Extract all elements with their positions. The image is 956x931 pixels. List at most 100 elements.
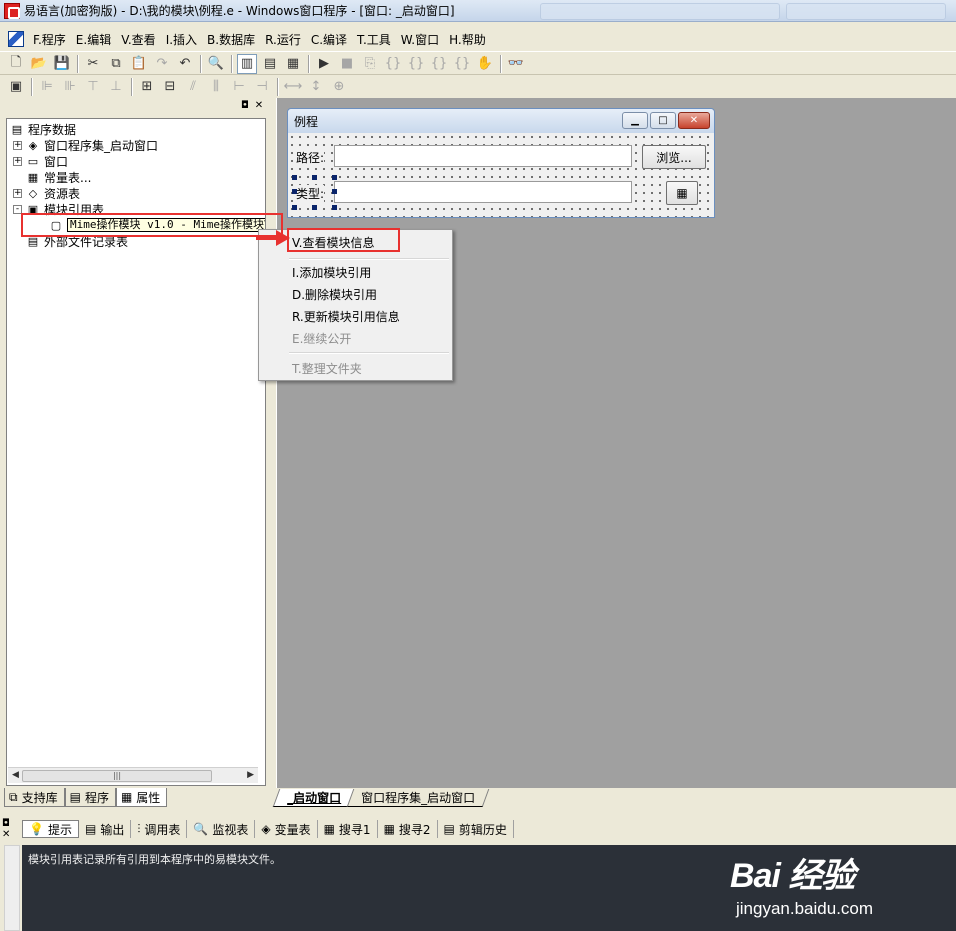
tab-search-2[interactable]: ▦ 搜寻2 — [378, 820, 438, 838]
selection-handle[interactable] — [312, 175, 317, 180]
layout-left-icon[interactable]: ▥ — [237, 53, 257, 74]
tab-watch[interactable]: 🔍 监视表 — [187, 820, 256, 838]
tab-call-stack[interactable]: ⫶ 调用表 — [131, 820, 188, 838]
paste-icon[interactable]: 📋 — [129, 54, 149, 74]
tab-clip-history[interactable]: ▤ 剪辑历史 — [438, 820, 514, 838]
menu-update-module-reference[interactable]: R.更新模块引用信息 — [259, 306, 452, 326]
align-top-icon[interactable]: ⊤ — [83, 77, 103, 97]
step-over-icon[interactable]: {} — [406, 54, 426, 74]
scroll-thumb[interactable]: ||| — [22, 770, 212, 782]
run-to-cursor-icon[interactable]: {} — [452, 54, 472, 74]
menu-delete-module-reference[interactable]: D.删除模块引用 — [259, 284, 452, 304]
tree-item[interactable]: + ◇ 资源表 — [13, 185, 80, 201]
redo-icon[interactable]: ↷ — [152, 54, 172, 74]
browse-button[interactable]: 浏览... — [642, 145, 706, 169]
tab-variables[interactable]: ◈ 变量表 — [255, 820, 318, 838]
binoculars-icon[interactable]: 👓 — [506, 54, 526, 74]
path-input[interactable] — [334, 145, 632, 167]
tree-root[interactable]: ▤ 程序数据 — [10, 121, 76, 137]
tab-properties[interactable]: ▦ 属性 — [115, 788, 168, 807]
scroll-right-icon[interactable]: ▶ — [247, 770, 254, 780]
selection-handle[interactable] — [332, 189, 337, 194]
document-icon[interactable] — [8, 31, 24, 47]
open-folder-icon[interactable]: 📂 — [29, 54, 49, 74]
step-icon[interactable]: ⎘ — [360, 54, 380, 74]
same-width-icon[interactable]: ⫽ — [183, 77, 203, 97]
calendar-icon[interactable]: ▦ — [666, 181, 698, 205]
scroll-left-icon[interactable]: ◀ — [12, 770, 19, 780]
maximize-icon[interactable]: □ — [650, 112, 676, 129]
width-icon[interactable]: ⟷ — [283, 77, 303, 97]
tab-program[interactable]: ▤ 程序 — [64, 788, 116, 807]
selection-handle[interactable] — [292, 175, 297, 180]
expander[interactable]: + — [13, 140, 22, 150]
selection-handle[interactable] — [292, 189, 297, 194]
menu-edit[interactable]: E.编辑 — [71, 31, 116, 48]
horizontal-scrollbar[interactable]: ◀ ||| ▶ — [8, 767, 258, 783]
tab-startup-window[interactable]: _启动窗口 — [272, 789, 356, 807]
space-horizontal-icon[interactable]: ⊢ — [229, 77, 249, 97]
minimize-icon[interactable]: ▁ — [622, 112, 648, 129]
selection-handle[interactable] — [332, 175, 337, 180]
close-icon[interactable]: ✕ — [2, 829, 18, 840]
tree-item[interactable]: ▦ 常量表... — [26, 169, 92, 185]
menu-tools[interactable]: T.工具 — [352, 31, 396, 48]
expander[interactable]: + — [13, 156, 22, 166]
center-horizontal-icon[interactable]: ⊞ — [137, 77, 157, 97]
tree-item[interactable]: + ▭ 窗口 — [13, 153, 68, 169]
layout-window-icon[interactable]: ▦ — [283, 54, 303, 74]
menu-run[interactable]: R.运行 — [260, 31, 306, 48]
menu-compile[interactable]: C.编译 — [306, 31, 352, 48]
menu-view[interactable]: V.查看 — [116, 31, 160, 48]
tab-output[interactable]: ▤ 输出 — [79, 820, 132, 838]
stop-icon[interactable]: ■ — [337, 54, 357, 74]
type-combo[interactable] — [334, 181, 632, 203]
vertical-scrollbar[interactable] — [4, 845, 20, 931]
menu-database[interactable]: B.数据库 — [202, 31, 260, 48]
align-left-icon[interactable]: ⊫ — [37, 77, 57, 97]
copy-icon[interactable]: ⧉ — [106, 54, 126, 74]
form-icon[interactable]: ▣ — [6, 77, 26, 97]
pin-icon[interactable]: ◘ — [240, 100, 250, 111]
height-icon[interactable]: ↕ — [306, 77, 326, 97]
menu-program[interactable]: F.程序 — [28, 31, 71, 48]
tab-hint[interactable]: 💡 提示 — [22, 820, 79, 838]
pin-icon[interactable]: ◘ — [2, 818, 18, 829]
tab-support-library[interactable]: ⧉ 支持库 — [4, 788, 65, 807]
run-icon[interactable]: ▶ — [314, 54, 334, 74]
menu-continue-public[interactable]: E.继续公开 — [259, 328, 452, 348]
close-icon[interactable]: ✕ — [254, 100, 264, 111]
align-right-icon[interactable]: ⊪ — [60, 77, 80, 97]
menu-help[interactable]: H.帮助 — [444, 31, 491, 48]
tab-window-assembly[interactable]: 窗口程序集_启动窗口 — [346, 789, 490, 807]
same-height-icon[interactable]: ⫼ — [206, 77, 226, 97]
form-window[interactable]: 例程 ▁ □ ✕ 路径: 浏览... 类型: ▦ — [287, 108, 715, 218]
design-area[interactable]: 例程 ▁ □ ✕ 路径: 浏览... 类型: ▦ — [276, 98, 956, 788]
layout-top-icon[interactable]: ▤ — [260, 54, 280, 74]
step-into-icon[interactable]: {} — [383, 54, 403, 74]
cut-icon[interactable]: ✂ — [83, 54, 103, 74]
form-title-bar[interactable]: 例程 ▁ □ ✕ — [288, 109, 714, 133]
tree-item[interactable]: + ◈ 窗口程序集_启动窗口 — [13, 137, 158, 153]
selection-handle[interactable] — [312, 205, 317, 210]
selection-handle[interactable] — [332, 205, 337, 210]
selection-handle[interactable] — [292, 205, 297, 210]
new-file-icon[interactable]: 🗋 — [6, 54, 26, 74]
step-out-icon[interactable]: {} — [429, 54, 449, 74]
find-icon[interactable]: 🔍 — [206, 54, 226, 74]
menu-window[interactable]: W.窗口 — [396, 31, 444, 48]
undo-icon[interactable]: ↶ — [175, 54, 195, 74]
align-bottom-icon[interactable]: ⊥ — [106, 77, 126, 97]
menu-organize-folder[interactable]: T.整理文件夹 — [259, 358, 452, 378]
menu-insert[interactable]: I.插入 — [161, 31, 202, 48]
hand-icon[interactable]: ✋ — [475, 54, 495, 74]
save-icon[interactable]: 💾 — [52, 54, 72, 74]
menu-add-module-reference[interactable]: I.添加模块引用 — [259, 262, 452, 282]
size-icon[interactable]: ⊕ — [329, 77, 349, 97]
tab-search-1[interactable]: ▦ 搜寻1 — [318, 820, 378, 838]
close-icon[interactable]: ✕ — [678, 112, 710, 129]
space-vertical-icon[interactable]: ⊣ — [252, 77, 272, 97]
form-body[interactable]: 路径: 浏览... 类型: ▦ — [288, 133, 714, 217]
center-vertical-icon[interactable]: ⊟ — [160, 77, 180, 97]
expander[interactable]: + — [13, 188, 22, 198]
